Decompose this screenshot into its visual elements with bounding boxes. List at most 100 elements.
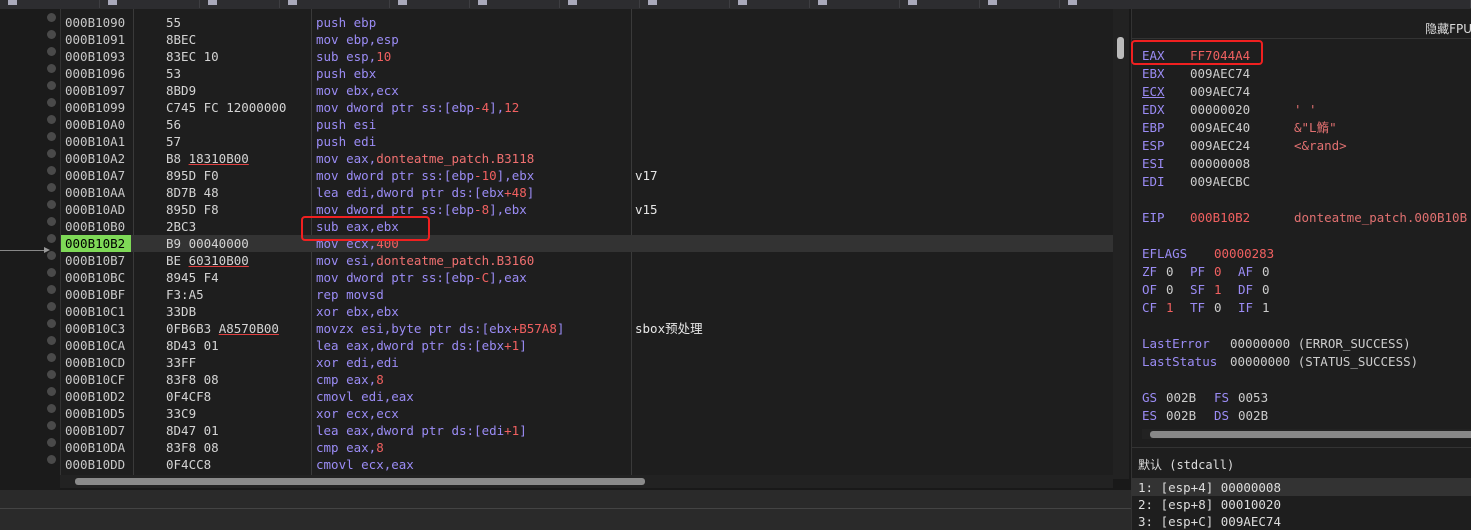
breakpoint-dot[interactable] bbox=[47, 64, 56, 73]
disasm-row[interactable]: 000B10D7 8D47 01 lea eax,dword ptr ds:[edi… bbox=[61, 422, 1114, 439]
instruction-cell: lea eax,dword ptr ds:[edi+1] bbox=[316, 422, 527, 439]
disasm-row[interactable]: 000B10C3 0FB6B3 A8570B00 movzx esi,byte pt… bbox=[61, 320, 1114, 337]
breakpoint-dot[interactable] bbox=[47, 234, 56, 243]
disasm-row[interactable]: 000B1096 53 push ebx bbox=[61, 65, 1114, 82]
instruction-token: eax, bbox=[346, 440, 377, 455]
breakpoint-dot[interactable] bbox=[47, 438, 56, 447]
scroll-thumb[interactable] bbox=[75, 478, 645, 485]
disasm-row[interactable]: 000B10DA 83F8 08 cmp eax,8 bbox=[61, 439, 1114, 456]
toolbar-button[interactable] bbox=[810, 0, 900, 8]
toolbar-button[interactable] bbox=[730, 0, 810, 8]
breakpoint-dot[interactable] bbox=[47, 200, 56, 209]
breakpoint-dot[interactable] bbox=[47, 81, 56, 90]
calling-convention-bar[interactable]: 默认 (stdcall) bbox=[1132, 447, 1471, 479]
register-hscrollbar[interactable] bbox=[1142, 429, 1471, 439]
stack-arg-row[interactable]: 3: [esp+C] 009AEC74 bbox=[1132, 513, 1471, 530]
highlight-box-sub bbox=[301, 216, 430, 241]
breakpoint-dot[interactable] bbox=[47, 268, 56, 277]
instruction-token: ebx,ecx bbox=[346, 83, 399, 98]
breakpoint-dot[interactable] bbox=[47, 319, 56, 328]
disasm-row[interactable]: 000B10C1 33DB xor ebx,ebx bbox=[61, 303, 1114, 320]
scroll-thumb[interactable] bbox=[1117, 37, 1124, 59]
disasm-row[interactable]: 000B10BC 8945 F4 mov dword ptr ss:[ebp-C],… bbox=[61, 269, 1114, 286]
disassembly-vscrollbar[interactable] bbox=[1113, 9, 1129, 479]
instruction-cell: mov dword ptr ss:[ebp-C],eax bbox=[316, 269, 527, 286]
disasm-row[interactable]: 000B10A0 56 push esi bbox=[61, 116, 1114, 133]
toolbar-button[interactable] bbox=[900, 0, 980, 8]
breakpoint-dot[interactable] bbox=[47, 47, 56, 56]
toolbar-button[interactable] bbox=[100, 0, 200, 8]
toolbar-button[interactable] bbox=[0, 0, 100, 8]
disasm-row[interactable]: 000B1091 8BEC mov ebp,esp bbox=[61, 31, 1114, 48]
disasm-row[interactable]: 000B1090 55 push ebp bbox=[61, 14, 1114, 31]
breakpoint-dot[interactable] bbox=[47, 302, 56, 311]
breakpoint-dot[interactable] bbox=[47, 115, 56, 124]
breakpoint-dot[interactable] bbox=[47, 353, 56, 362]
stack-arg-row[interactable]: 2: [esp+8] 00010020 bbox=[1132, 496, 1471, 513]
disasm-row[interactable]: 000B10A2 B8 18310B00 mov eax,donteatme_pat… bbox=[61, 150, 1114, 167]
toolbar-button[interactable] bbox=[470, 0, 560, 8]
breakpoint-dot[interactable] bbox=[47, 217, 56, 226]
breakpoint-dot[interactable] bbox=[47, 285, 56, 294]
bytes-cell: 8BD9 bbox=[166, 82, 196, 99]
disasm-row[interactable]: 000B10CA 8D43 01 lea eax,dword ptr ds:[ebx… bbox=[61, 337, 1114, 354]
disassembly-hscrollbar[interactable] bbox=[60, 475, 1113, 488]
stack-arg-row[interactable]: 1: [esp+4] 00000008 bbox=[1132, 479, 1471, 496]
disasm-row[interactable]: 000B10A1 57 push edi bbox=[61, 133, 1114, 150]
toolbar-button[interactable] bbox=[390, 0, 470, 8]
toolbar-button[interactable] bbox=[980, 0, 1060, 8]
disasm-row[interactable]: 000B10AA 8D7B 48 lea edi,dword ptr ds:[ebx… bbox=[61, 184, 1114, 201]
breakpoint-dot[interactable] bbox=[47, 455, 56, 464]
disasm-row[interactable]: 000B1097 8BD9 mov ebx,ecx bbox=[61, 82, 1114, 99]
bytes-reloc: 18310B00 bbox=[188, 151, 249, 166]
instruction-cell: cmovl edi,eax bbox=[316, 388, 414, 405]
instruction-token: edi,eax bbox=[361, 389, 414, 404]
disasm-row[interactable]: 000B10A7 895D F0 mov dword ptr ss:[ebp-10]… bbox=[61, 167, 1114, 184]
instruction-token: +B57A8 bbox=[511, 321, 557, 336]
breakpoint-dot[interactable] bbox=[47, 98, 56, 107]
flag-name: ZF bbox=[1142, 264, 1158, 279]
address-cell: 000B10C1 bbox=[65, 304, 126, 319]
bytes-cell: C745 FC 12000000 bbox=[166, 99, 286, 116]
flag-value: 0 bbox=[1214, 300, 1222, 315]
breakpoint-dot[interactable] bbox=[47, 183, 56, 192]
breakpoint-dot[interactable] bbox=[47, 13, 56, 22]
disasm-row[interactable]: 000B10B7 BE 60310B00 mov esi,donteatme_pat… bbox=[61, 252, 1114, 269]
disasm-row[interactable]: 000B10CD 33FF xor edi,edi bbox=[61, 354, 1114, 371]
breakpoint-dot[interactable] bbox=[47, 149, 56, 158]
disasm-row[interactable]: 000B10B0 2BC3 sub eax,ebx bbox=[61, 218, 1114, 235]
breakpoint-dot[interactable] bbox=[47, 370, 56, 379]
toolbar-button[interactable] bbox=[1060, 0, 1471, 8]
breakpoint-dot[interactable] bbox=[47, 166, 56, 175]
breakpoint-dot[interactable] bbox=[47, 421, 56, 430]
disasm-row[interactable]: 000B10D5 33C9 xor ecx,ecx bbox=[61, 405, 1114, 422]
breakpoint-dot[interactable] bbox=[47, 404, 56, 413]
disasm-row[interactable]: 000B10B2 B9 00040000 mov ecx,400 bbox=[61, 235, 1114, 252]
instruction-token: dword ptr ds:[ bbox=[376, 423, 482, 438]
hide-fpu-toggle[interactable]: 隐藏FPU bbox=[1425, 20, 1471, 37]
disasm-row[interactable]: 000B1099 C745 FC 12000000 mov dword ptr ss… bbox=[61, 99, 1114, 116]
bytes-text: 0FB6B3 bbox=[166, 321, 219, 336]
disasm-row[interactable]: 000B1093 83EC 10 sub esp,10 bbox=[61, 48, 1114, 65]
breakpoint-dot[interactable] bbox=[47, 387, 56, 396]
disasm-row[interactable]: 000B10DD 0F4CC8 cmovl ecx,eax bbox=[61, 456, 1114, 473]
flag-value: 1 bbox=[1214, 282, 1222, 297]
disasm-row[interactable]: 000B10CF 83F8 08 cmp eax,8 bbox=[61, 371, 1114, 388]
disasm-row[interactable]: 000B10D2 0F4CF8 cmovl edi,eax bbox=[61, 388, 1114, 405]
breakpoint-dot[interactable] bbox=[47, 251, 56, 260]
toolbar-button[interactable] bbox=[200, 0, 280, 8]
bytes-cell: 83EC 10 bbox=[166, 48, 219, 65]
breakpoint-dot[interactable] bbox=[47, 132, 56, 141]
disasm-row[interactable]: 000B10BF F3:A5 rep movsd bbox=[61, 286, 1114, 303]
flag-value: 0 bbox=[1166, 282, 1174, 297]
disasm-row[interactable]: 000B10AD 895D F8 mov dword ptr ss:[ebp-8],… bbox=[61, 201, 1114, 218]
toolbar-button[interactable] bbox=[280, 0, 390, 8]
disassembly-view[interactable]: 000B1090 55 push ebp 000B1091 8BEC mov ebp,es… bbox=[60, 9, 1114, 479]
bytes-cell: 0FB6B3 A8570B00 bbox=[166, 320, 279, 337]
breakpoint-dot[interactable] bbox=[47, 30, 56, 39]
toolbar-button[interactable] bbox=[640, 0, 730, 8]
toolbar-button[interactable] bbox=[560, 0, 640, 8]
address-cell: 000B10AD bbox=[65, 202, 126, 217]
breakpoint-dot[interactable] bbox=[47, 336, 56, 345]
bytes-cell: 83F8 08 bbox=[166, 371, 219, 388]
